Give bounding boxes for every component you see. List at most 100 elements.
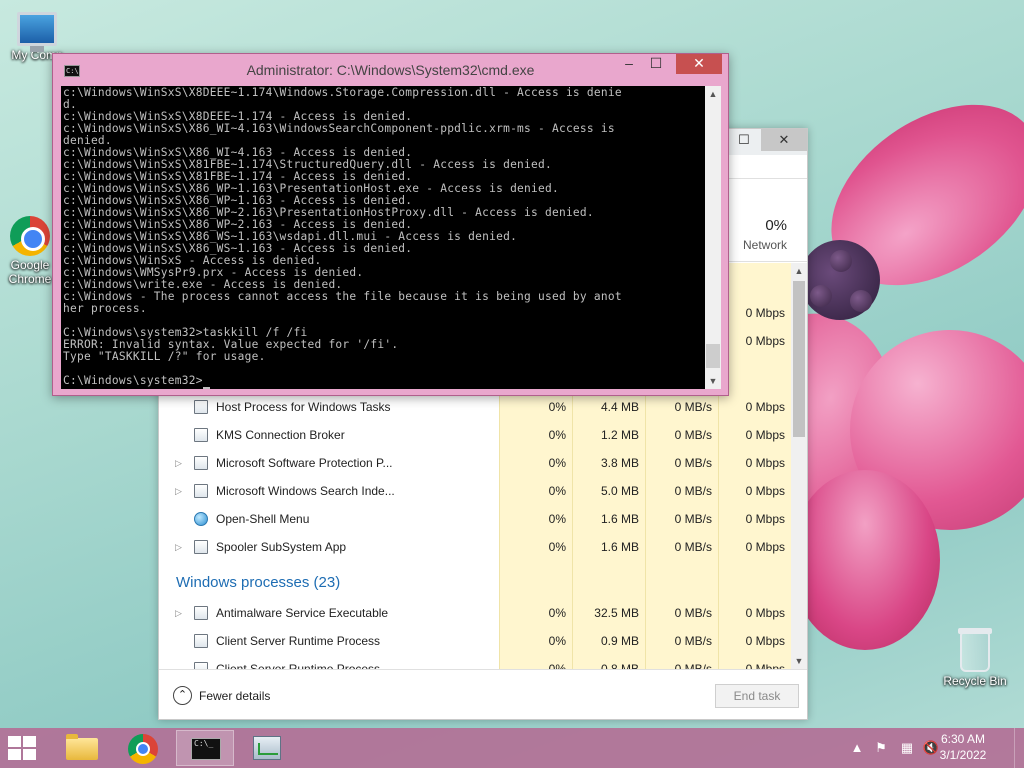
scrollbar-thumb[interactable] (793, 281, 805, 437)
recycle-bin-icon (958, 628, 992, 672)
taskbar-task-manager[interactable] (238, 730, 296, 766)
fewer-details-button[interactable]: ⌃ Fewer details (173, 686, 270, 706)
table-row[interactable]: Open-Shell Menu 0% 1.6 MB 0 MB/s 0 Mbps (159, 505, 791, 533)
memory-value: 4.4 MB (600, 400, 639, 414)
cpu-value: 0% (548, 400, 566, 414)
taskbar: C:\_ ▲ ⚑ ▦ 🔇 6:30 AM 3/1/2022 (0, 728, 1024, 768)
network-value: 0 Mbps (745, 484, 785, 498)
open-shell-icon (194, 512, 208, 526)
cmd-icon: C:\_ (191, 738, 221, 760)
expand-arrow-icon[interactable]: ▷ (175, 599, 182, 627)
process-icon (194, 606, 208, 620)
network-value: 0 Mbps (745, 428, 785, 442)
scroll-down-icon[interactable]: ▼ (791, 653, 807, 669)
cmd-window-title: Administrator: C:\Windows\System32\cmd.e… (246, 62, 535, 78)
cpu-value: 0% (548, 606, 566, 620)
memory-value: 5.0 MB (600, 484, 639, 498)
process-icon (194, 456, 208, 470)
table-row[interactable]: ▷ Microsoft Software Protection P... 0% … (159, 449, 791, 477)
process-icon (194, 662, 208, 669)
scroll-down-icon[interactable]: ▼ (705, 373, 721, 389)
process-icon (194, 428, 208, 442)
maximize-button[interactable]: ☐ (729, 129, 759, 151)
memory-value: 1.6 MB (600, 512, 639, 526)
group-header-windows-processes[interactable]: Windows processes (23) (159, 569, 791, 597)
expand-arrow-icon[interactable]: ▷ (175, 477, 182, 505)
process-icon (194, 400, 208, 414)
process-name: Open-Shell Menu (216, 512, 310, 526)
network-icon[interactable]: ▦ (898, 738, 916, 758)
network-value: 0 Mbps (745, 634, 785, 648)
taskbar-chrome[interactable] (114, 730, 172, 766)
process-name: Microsoft Windows Search Inde... (216, 484, 395, 498)
fewer-details-label: Fewer details (199, 689, 271, 703)
taskbar-cmd[interactable]: C:\_ (176, 730, 234, 766)
network-value: 0 Mbps (745, 456, 785, 470)
console-text: c:\Windows\WinSxS\X8DEEE~1.174\Windows.S… (63, 86, 622, 389)
process-name: Microsoft Software Protection P... (216, 456, 393, 470)
table-row[interactable]: Host Process for Windows Tasks 0% 4.4 MB… (159, 393, 791, 421)
show-hidden-icons-icon[interactable]: ▲ (850, 738, 864, 758)
expand-arrow-icon[interactable]: ▷ (175, 449, 182, 477)
cmd-app-icon[interactable]: C:\ (64, 65, 80, 77)
process-icon (194, 634, 208, 648)
network-value: 0 Mbps (745, 512, 785, 526)
desktop-icon-label: Google Chrome (8, 258, 52, 286)
disk-value: 0 MB/s (674, 540, 712, 554)
clock-time: 6:30 AM (940, 732, 986, 746)
process-name: Spooler SubSystem App (216, 540, 347, 554)
memory-value: 0.9 MB (600, 634, 639, 648)
task-manager-icon (253, 736, 281, 760)
end-task-button[interactable]: End task (715, 684, 799, 708)
taskbar-file-explorer[interactable] (52, 730, 110, 766)
cpu-value: 0% (548, 428, 566, 442)
console-output[interactable]: c:\Windows\WinSxS\X8DEEE~1.174\Windows.S… (61, 86, 705, 389)
network-label: Network (742, 238, 787, 252)
network-value: 0 Mbps (745, 540, 785, 554)
cmd-window: C:\ Administrator: C:\Windows\System32\c… (52, 53, 729, 396)
table-row[interactable]: Client Server Runtime Process 0% 0.8 MB … (159, 655, 791, 669)
memory-value: 3.8 MB (600, 456, 639, 470)
table-row[interactable]: ▷ Spooler SubSystem App 0% 1.6 MB 0 MB/s… (159, 533, 791, 561)
scrollbar-thumb[interactable] (706, 344, 720, 368)
show-desktop-button[interactable] (1014, 728, 1024, 768)
table-row[interactable]: Client Server Runtime Process 0% 0.9 MB … (159, 627, 791, 655)
network-value: 0 Mbps (745, 400, 785, 414)
network-value: 0 Mbps (745, 662, 785, 669)
maximize-button[interactable]: ☐ (642, 54, 670, 74)
close-button[interactable]: ✕ (761, 129, 807, 151)
table-row[interactable]: ▷ Microsoft Windows Search Inde... 0% 5.… (159, 477, 791, 505)
network-percent: 0% (765, 217, 787, 234)
disk-value: 0 MB/s (674, 634, 712, 648)
clock-date: 3/1/2022 (939, 748, 987, 762)
start-button[interactable] (8, 736, 38, 760)
cpu-value: 0% (548, 456, 566, 470)
close-button[interactable]: ✕ (676, 54, 722, 74)
cpu-value: 0% (548, 512, 566, 526)
action-center-flag-icon[interactable]: ⚑ (872, 738, 890, 758)
taskbar-clock[interactable]: 6:30 AM 3/1/2022 (928, 731, 998, 763)
table-row[interactable]: KMS Connection Broker 0% 1.2 MB 0 MB/s 0… (159, 421, 791, 449)
folder-icon (66, 734, 98, 760)
desktop-icon-label: Recycle Bin (943, 674, 1007, 688)
disk-value: 0 MB/s (674, 512, 712, 526)
column-header-network[interactable]: 0% Network (743, 217, 787, 252)
group-title: Windows processes (23) (176, 574, 341, 591)
memory-value: 1.6 MB (600, 540, 639, 554)
computer-icon (17, 12, 57, 52)
minimize-button[interactable]: ‒ (615, 54, 643, 74)
expand-arrow-icon[interactable]: ▷ (175, 533, 182, 561)
search-indexer-icon (194, 484, 208, 498)
memory-value: 32.5 MB (594, 606, 639, 620)
process-list-scrollbar[interactable]: ▲ ▼ (791, 263, 807, 669)
windows-logo-icon (8, 736, 21, 747)
disk-value: 0 MB/s (674, 662, 712, 669)
scroll-up-icon[interactable]: ▲ (705, 86, 721, 102)
console-scrollbar[interactable]: ▲ ▼ (705, 86, 721, 389)
desktop-icon-google-chrome[interactable]: Google Chrome (0, 216, 60, 286)
table-row[interactable]: ▷ Antimalware Service Executable 0% 32.5… (159, 599, 791, 627)
scroll-up-icon[interactable]: ▲ (791, 263, 807, 279)
process-name: KMS Connection Broker (216, 428, 345, 442)
desktop-icon-recycle-bin[interactable]: Recycle Bin (940, 628, 1010, 688)
task-manager-footer: ⌃ Fewer details End task (159, 669, 807, 719)
